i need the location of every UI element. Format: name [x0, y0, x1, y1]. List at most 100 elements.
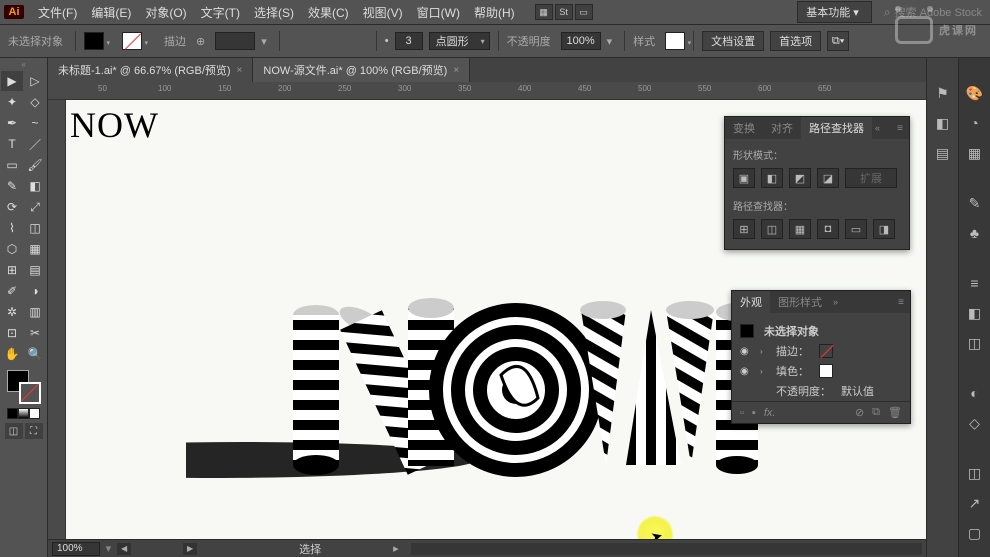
rotate-tool[interactable]: ⟳ [1, 197, 23, 217]
menu-window[interactable]: 窗口(W) [411, 1, 466, 24]
pen-tool[interactable]: ✒ [1, 113, 23, 133]
dot-input[interactable] [395, 32, 423, 50]
unite-button[interactable]: ▣ [733, 168, 755, 188]
panel-tab-appearance[interactable]: 外观 [732, 291, 770, 313]
menu-select[interactable]: 选择(S) [248, 1, 300, 24]
visibility-icon[interactable]: ◉ [740, 366, 750, 377]
merge-button[interactable]: ▦ [789, 219, 811, 239]
divide-button[interactable]: ⊞ [733, 219, 755, 239]
none-mode[interactable] [29, 408, 40, 419]
slice-tool[interactable]: ✂ [24, 323, 46, 343]
panel-menu-icon[interactable]: ≡ [891, 123, 909, 134]
hand-tool[interactable]: ✋ [1, 344, 23, 364]
visibility-icon[interactable]: ◉ [740, 346, 750, 357]
menu-object[interactable]: 对象(O) [139, 1, 192, 24]
document-tab-1[interactable]: 未标题-1.ai* @ 66.67% (RGB/预览) × [48, 58, 253, 82]
artboard-tool[interactable]: ⊡ [1, 323, 23, 343]
add-stroke-icon[interactable]: ▫ [740, 407, 744, 419]
bridge-icon[interactable]: ▦ [535, 4, 553, 20]
delete-icon[interactable]: 🗑 [888, 406, 902, 419]
gradient-tool[interactable]: ▤ [24, 260, 46, 280]
stock-icon[interactable]: St [555, 4, 573, 20]
clear-appearance-icon[interactable]: ⊘ [855, 406, 864, 419]
transparency-panel-icon[interactable]: ◫ [966, 334, 984, 352]
scrollbar-horizontal[interactable] [411, 543, 922, 555]
brushes-panel-icon[interactable]: ✎ [966, 194, 984, 212]
graphic-styles-icon[interactable]: ◇ [966, 414, 984, 432]
fill-swatch[interactable] [819, 364, 833, 378]
selection-tool[interactable]: ▶ [1, 71, 23, 91]
panel-tab-align[interactable]: 对齐 [763, 117, 801, 139]
zoom-tool[interactable]: 🔍 [24, 344, 46, 364]
screen-mode[interactable]: ⛶ [25, 423, 43, 439]
arrange-icon[interactable]: ▭ [575, 4, 593, 20]
properties-panel-icon[interactable]: ⚑ [934, 84, 952, 102]
layers-icon[interactable]: ◫ [966, 464, 984, 482]
column-graph-tool[interactable]: ▥ [24, 302, 46, 322]
panel-collapse-icon[interactable]: » [830, 297, 841, 307]
minus-back-button[interactable]: ◨ [873, 219, 895, 239]
magic-wand-tool[interactable]: ✦ [1, 92, 23, 112]
scale-tool[interactable]: ⤢ [24, 197, 46, 217]
panel-tab-pathfinder[interactable]: 路径查找器 [801, 117, 872, 139]
curvature-tool[interactable]: ~ [24, 113, 46, 133]
crop-button[interactable]: ◘ [817, 219, 839, 239]
stroke-panel-icon[interactable]: ≡ [966, 274, 984, 292]
add-effect-icon[interactable]: fx. [764, 407, 776, 419]
align-artboard-button[interactable]: ⧉▾ [827, 31, 849, 51]
mesh-tool[interactable]: ⊞ [1, 260, 23, 280]
color-panel-icon[interactable]: 🎨 [966, 84, 984, 102]
eyedropper-tool[interactable]: ✐ [1, 281, 23, 301]
panel-collapse-icon[interactable]: « [872, 123, 883, 133]
shaper-tool[interactable]: ✎ [1, 176, 23, 196]
gradient-panel-icon[interactable]: ◧ [966, 304, 984, 322]
artboards-icon[interactable]: ▢ [966, 524, 984, 542]
asset-export-icon[interactable]: ↗ [966, 494, 984, 512]
menu-effect[interactable]: 效果(C) [302, 1, 355, 24]
width-tool[interactable]: ⌇ [1, 218, 23, 238]
swatches-panel-icon[interactable]: ▦ [966, 144, 984, 162]
perspective-tool[interactable]: ▦ [24, 239, 46, 259]
appearance-panel-icon[interactable]: ◐ [966, 384, 984, 402]
lasso-tool[interactable]: ◇ [24, 92, 46, 112]
brush-select[interactable]: 点圆形 [429, 32, 490, 50]
minus-front-button[interactable]: ◧ [761, 168, 783, 188]
stroke-width-input[interactable] [215, 32, 255, 50]
expand-button[interactable]: 扩展 [845, 168, 897, 188]
workspace-switcher[interactable]: 基本功能 ▾ [797, 1, 872, 23]
paintbrush-tool[interactable]: 🖌 [24, 155, 46, 175]
direct-selection-tool[interactable]: ▷ [24, 71, 46, 91]
menu-edit[interactable]: 编辑(E) [85, 1, 137, 24]
stroke-color[interactable] [19, 382, 41, 404]
document-tab-2[interactable]: NOW-源文件.ai* @ 100% (RGB/预览) × [253, 58, 470, 82]
trim-button[interactable]: ◫ [761, 219, 783, 239]
symbols-panel-icon[interactable]: ♣ [966, 224, 984, 242]
close-icon[interactable]: × [453, 65, 459, 76]
close-icon[interactable]: × [237, 65, 243, 76]
libraries-panel-icon[interactable]: ▤ [934, 144, 952, 162]
outline-button[interactable]: ▭ [845, 219, 867, 239]
color-guide-icon[interactable]: ◔ [966, 114, 984, 132]
rectangle-tool[interactable]: ▭ [1, 155, 23, 175]
style-swatch[interactable]: ▾ [665, 32, 685, 50]
type-tool[interactable]: T [1, 134, 23, 154]
menu-file[interactable]: 文件(F) [32, 1, 83, 24]
document-setup-button[interactable]: 文档设置 [702, 31, 764, 51]
fill-swatch[interactable]: ▾ [84, 32, 104, 50]
menu-help[interactable]: 帮助(H) [468, 1, 521, 24]
color-picker[interactable] [7, 370, 41, 404]
zoom-level[interactable]: 100% [52, 542, 100, 556]
panel-tab-transform[interactable]: 变换 [725, 117, 763, 139]
menu-text[interactable]: 文字(T) [195, 1, 246, 24]
free-transform-tool[interactable]: ◫ [24, 218, 46, 238]
nav-right-icon[interactable]: ▶ [183, 543, 197, 555]
line-tool[interactable]: ／ [24, 134, 46, 154]
nav-left-icon[interactable]: ◀ [117, 543, 131, 555]
blend-tool[interactable]: ◑ [24, 281, 46, 301]
opacity-input[interactable] [561, 32, 601, 50]
duplicate-icon[interactable]: ⧉ [872, 406, 880, 419]
draw-mode[interactable]: ◫ [5, 423, 23, 439]
exclude-button[interactable]: ◪ [817, 168, 839, 188]
menu-view[interactable]: 视图(V) [357, 1, 409, 24]
gradient-mode[interactable] [18, 408, 29, 419]
